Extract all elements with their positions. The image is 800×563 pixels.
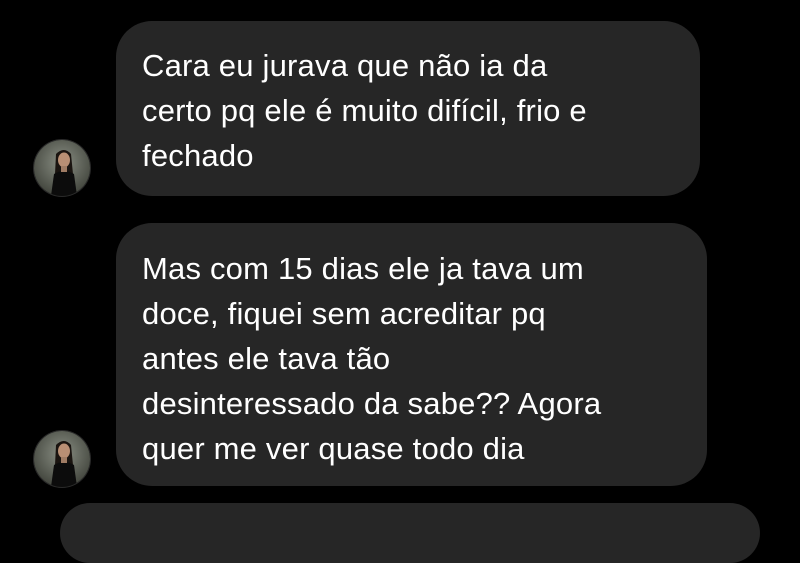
message-text-line: fechado (142, 138, 254, 173)
message-bubble-partial[interactable] (60, 503, 760, 563)
profile-photo-icon (34, 431, 90, 487)
message-text-line: doce, fiquei sem acreditar pq (142, 296, 546, 331)
message-text-line: antes ele tava tão (142, 341, 391, 376)
message-text-line: Cara eu jurava que não ia da (142, 48, 548, 83)
avatar[interactable] (34, 431, 90, 487)
chat-screen: { "conversation": { "messages": [ { "sen… (0, 0, 800, 563)
message-text-line: desinteressado da sabe?? Agora (142, 386, 602, 421)
message-text-line: quer me ver quase todo dia (142, 431, 525, 466)
message-bubble[interactable]: Mas com 15 dias ele ja tava um doce, fiq… (116, 223, 707, 486)
avatar[interactable] (34, 140, 90, 196)
profile-photo-icon (34, 140, 90, 196)
message-text-line: certo pq ele é muito difícil, frio e (142, 93, 587, 128)
message-bubble[interactable]: Cara eu jurava que não ia da certo pq el… (116, 21, 700, 196)
message-text-line: Mas com 15 dias ele ja tava um (142, 251, 584, 286)
